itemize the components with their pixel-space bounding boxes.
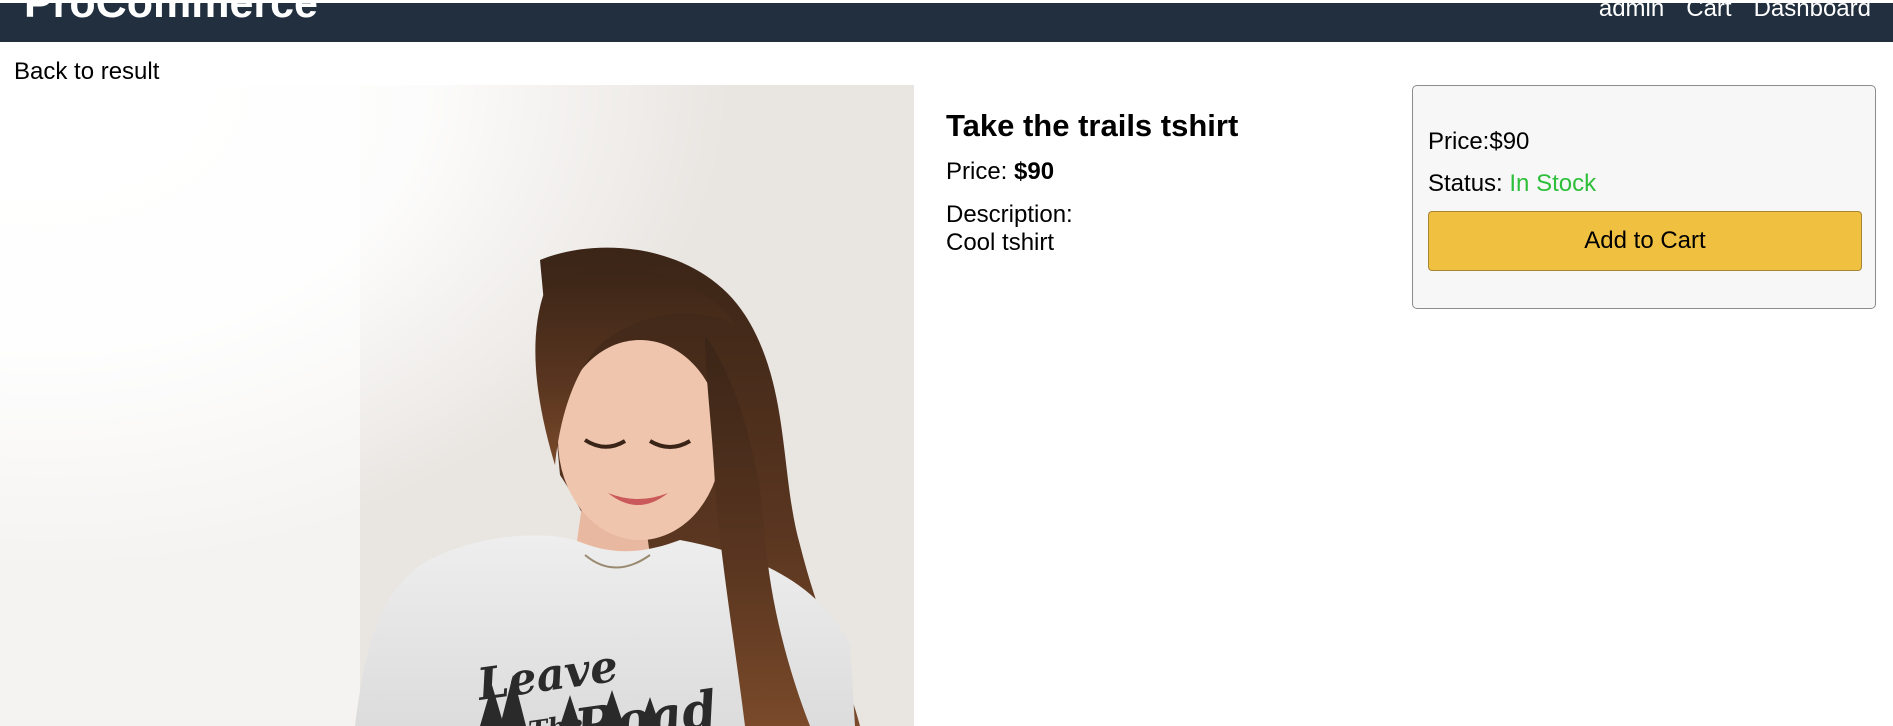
buy-box-price-label: Price: <box>1428 128 1490 155</box>
price-value: $90 <box>1014 158 1055 185</box>
brand-logo[interactable]: ProCommerce <box>24 3 318 25</box>
price-label: Price: <box>946 158 1008 185</box>
buy-box-price-value: $90 <box>1489 128 1530 155</box>
buy-box: Price:$90 Status: In Stock Add to Cart <box>1412 85 1876 309</box>
product-title: Take the trails tshirt <box>946 108 1239 143</box>
navbar: ProCommerce admin Cart Dashboard <box>0 3 1893 42</box>
buy-box-status: Status: In Stock <box>1428 170 1596 198</box>
stock-status-badge: In Stock <box>1509 170 1597 197</box>
buy-box-price: Price:$90 <box>1428 128 1529 156</box>
nav-admin-link[interactable]: admin <box>1599 3 1664 21</box>
nav-dashboard-link[interactable]: Dashboard <box>1754 3 1871 21</box>
back-to-result-link[interactable]: Back to result <box>14 58 159 86</box>
nav-links: admin Cart Dashboard <box>1599 3 1871 21</box>
description-label: Description: <box>946 201 1073 228</box>
product-details: Take the trails tshirt Price: $90 Descri… <box>946 108 1386 257</box>
description-text: Cool tshirt <box>946 229 1055 256</box>
add-to-cart-button[interactable]: Add to Cart <box>1428 211 1862 271</box>
nav-cart-link[interactable]: Cart <box>1686 3 1731 21</box>
status-label: Status: <box>1428 170 1503 197</box>
product-image: Leave The Road <box>0 85 914 726</box>
product-price-line: Price: $90 <box>946 158 1386 186</box>
